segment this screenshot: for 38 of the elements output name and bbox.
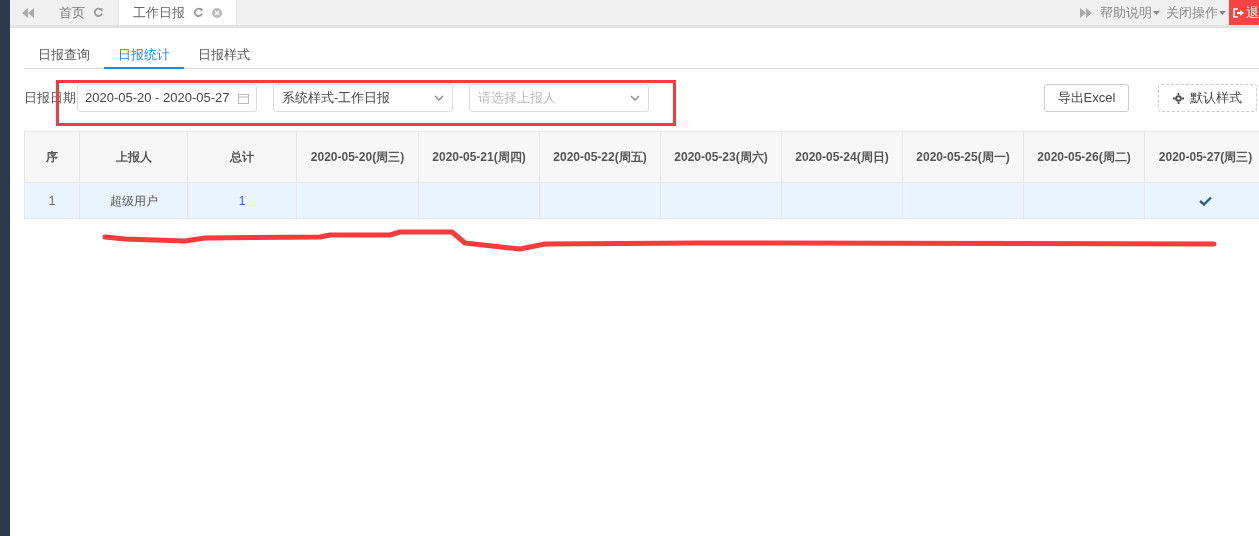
refresh-icon[interactable] xyxy=(93,7,104,18)
logout-button[interactable]: 退 xyxy=(1229,0,1259,25)
column-header: 2020-05-20(周三) xyxy=(310,149,405,166)
column-header: 2020-05-21(周四) xyxy=(432,149,526,166)
tab[interactable]: 日报查询 xyxy=(24,43,104,69)
column-header: 2020-05-26(周二) xyxy=(1037,149,1131,166)
menu-dropdown[interactable]: 关闭操作 xyxy=(1163,0,1229,25)
tab[interactable]: 日报样式 xyxy=(184,43,264,69)
default-style-button[interactable]: 默认样式 xyxy=(1158,84,1257,112)
tab[interactable]: 日报统计 xyxy=(104,43,184,69)
total-link[interactable]: 1 xyxy=(238,193,246,208)
exit-icon xyxy=(1233,7,1244,18)
page-tab[interactable]: 首页 xyxy=(45,0,118,25)
column-header: 总计 xyxy=(230,149,254,166)
double-left-arrow-icon[interactable] xyxy=(21,7,34,18)
caret-icon xyxy=(1219,10,1226,15)
date-range-field[interactable]: 2020-05-20 - 2020-05-27 xyxy=(77,84,257,112)
gear-icon xyxy=(1173,92,1184,104)
column-header: 2020-05-24(周日) xyxy=(795,149,889,166)
refresh-icon[interactable] xyxy=(193,7,204,18)
column-header: 2020-05-23(周六) xyxy=(674,149,768,166)
style-select[interactable]: 系统样式-工作日报 xyxy=(273,84,453,112)
column-header: 2020-05-27(周三) xyxy=(1158,149,1253,166)
menu-dropdown[interactable]: 帮助说明 xyxy=(1097,0,1163,25)
chevron-down-icon xyxy=(630,95,640,101)
reporter-name: 超级用户 xyxy=(109,193,158,208)
close-icon[interactable] xyxy=(212,7,222,18)
column-header: 上报人 xyxy=(115,149,152,166)
row-number: 1 xyxy=(48,193,56,208)
caret-icon xyxy=(1153,10,1160,15)
column-header: 序 xyxy=(46,149,58,166)
calendar-icon xyxy=(238,92,249,104)
export-excel-button[interactable]: 导出Excel xyxy=(1044,84,1129,112)
double-right-arrow-icon[interactable] xyxy=(1080,7,1092,18)
column-header: 2020-05-25(周一) xyxy=(916,149,1010,166)
column-header: 2020-05-22(周五) xyxy=(553,149,647,166)
page-tab[interactable]: 工作日报 xyxy=(118,0,237,25)
chevron-down-icon xyxy=(434,95,444,101)
